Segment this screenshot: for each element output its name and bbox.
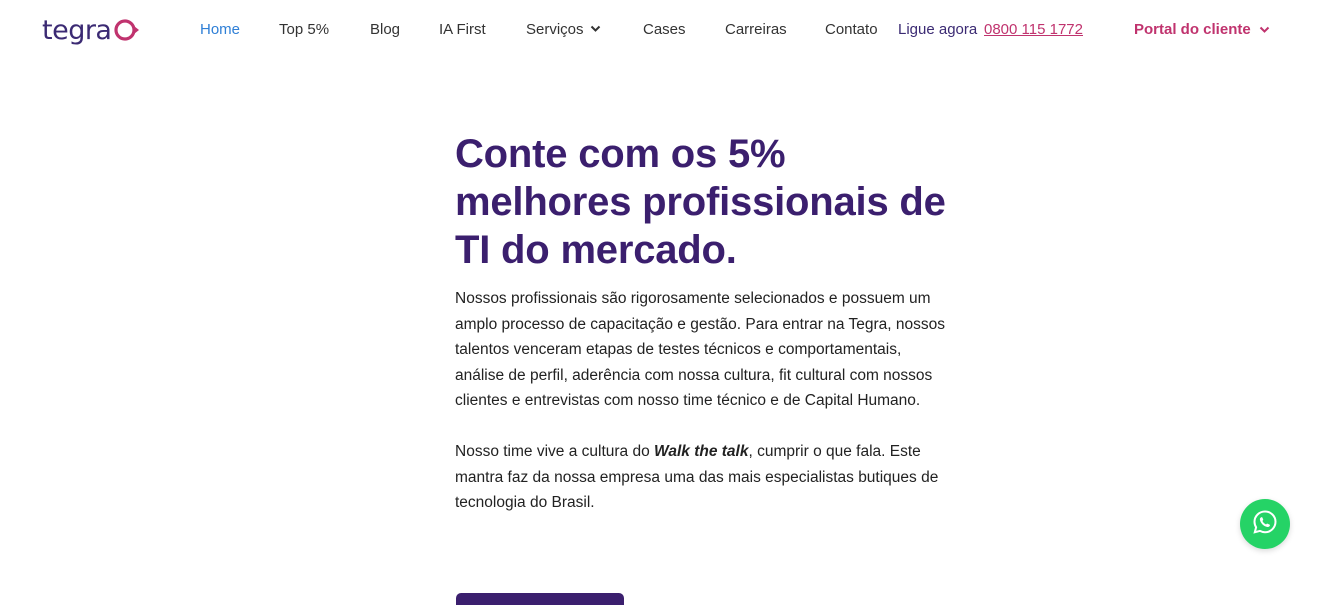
nav-home[interactable]: Home [200, 21, 240, 39]
logo-wordmark: tegra [42, 15, 112, 46]
hero-paragraph-1: Nossos profissionais são rigorosamente s… [455, 290, 945, 410]
hero-paragraph-2: Nosso time vive a cultura do Walk the ta… [455, 439, 950, 516]
portal-label: Portal do cliente [1134, 21, 1251, 38]
portal-do-cliente-button[interactable]: Portal do cliente [1134, 21, 1270, 39]
chevron-down-icon [590, 20, 601, 38]
nav-servicos-label: Serviços [526, 21, 584, 38]
site-header: tegra Home Top 5% Blog IA First Serviços… [0, 0, 1331, 60]
hero-section: Conte com os 5% melhores profissionais d… [455, 130, 965, 516]
whatsapp-icon [1251, 508, 1279, 541]
hero-title: Conte com os 5% melhores profissionais d… [455, 132, 946, 272]
nav-carreiras[interactable]: Carreiras [725, 21, 787, 39]
nav-top-5[interactable]: Top 5% [279, 21, 329, 39]
tegra-logo[interactable]: tegra [42, 14, 140, 48]
walk-the-talk-emphasis: Walk the talk [654, 442, 749, 460]
tegra-ring-logo-icon [113, 17, 140, 48]
nav-contato[interactable]: Contato [825, 21, 878, 39]
nav-blog[interactable]: Blog [370, 21, 400, 39]
phone-number-link[interactable]: 0800 115 1772 [984, 21, 1083, 39]
nav-ia-first[interactable]: IA First [439, 21, 486, 39]
paragraph-2-intro: Nosso time vive a cultura do [455, 442, 655, 460]
hero-cta-button[interactable] [456, 593, 624, 605]
nav-servicos[interactable]: Serviços [526, 21, 601, 39]
phone-label: Ligue agora [898, 21, 978, 38]
whatsapp-button[interactable] [1240, 499, 1290, 549]
nav-cases[interactable]: Cases [643, 21, 686, 39]
chevron-down-icon [1259, 21, 1270, 39]
